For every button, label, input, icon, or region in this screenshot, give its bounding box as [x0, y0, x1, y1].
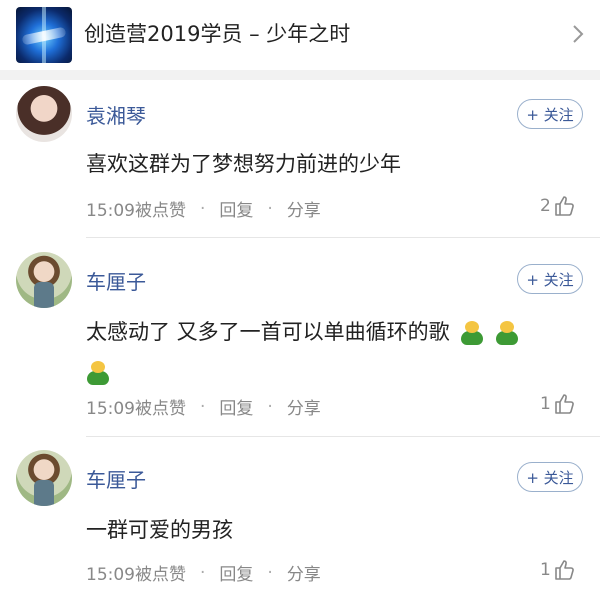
chevron-right-icon[interactable]	[568, 22, 588, 46]
thumbs-up-icon	[555, 394, 574, 414]
separator-dot: ·	[200, 198, 206, 219]
comment-text: 一群可爱的男孩	[86, 518, 233, 542]
comment-text: 喜欢这群为了梦想努力前进的少年	[86, 152, 401, 176]
thumbs-up-icon	[555, 560, 574, 580]
post-title: 创造营2019学员 – 少年之时	[84, 22, 351, 46]
comment-meta: 15:09被点赞 · 回复 · 分享	[86, 394, 321, 420]
frog-emoji-icon	[495, 319, 519, 347]
separator-dot: ·	[267, 562, 273, 583]
separator-dot: ·	[267, 396, 273, 417]
like-button[interactable]: 2	[540, 194, 577, 218]
like-count: 1	[540, 560, 551, 580]
section-divider	[0, 70, 600, 80]
commenter-name[interactable]: 袁湘琴	[86, 100, 146, 129]
like-count: 1	[540, 394, 551, 414]
comment-meta: 15:09被点赞 · 回复 · 分享	[86, 196, 321, 222]
liked-time: 15:09被点赞	[86, 201, 186, 221]
like-count: 2	[540, 196, 551, 216]
like-button[interactable]: 1	[540, 392, 577, 416]
avatar[interactable]	[16, 252, 72, 308]
reply-button[interactable]: 回复	[219, 394, 253, 419]
follow-button[interactable]: + 关注	[517, 264, 583, 294]
reply-button[interactable]: 回复	[219, 196, 253, 221]
frog-emoji-icon	[460, 319, 484, 347]
reply-button[interactable]: 回复	[219, 560, 253, 585]
share-button[interactable]: 分享	[287, 560, 321, 585]
comment-divider	[86, 237, 600, 238]
avatar[interactable]	[16, 86, 72, 142]
separator-dot: ·	[200, 562, 206, 583]
share-button[interactable]: 分享	[287, 196, 321, 221]
show-poster-thumbnail	[16, 7, 72, 63]
separator-dot: ·	[200, 396, 206, 417]
like-button[interactable]: 1	[540, 558, 577, 582]
comment-divider	[86, 436, 600, 437]
commenter-name[interactable]: 车厘子	[86, 464, 146, 493]
post-header[interactable]: 创造营2019学员 – 少年之时	[0, 0, 600, 70]
commenter-name[interactable]: 车厘子	[86, 266, 146, 295]
follow-button[interactable]: + 关注	[517, 462, 583, 492]
separator-dot: ·	[267, 198, 273, 219]
thumbs-up-icon	[555, 196, 574, 216]
avatar[interactable]	[16, 450, 72, 506]
liked-time: 15:09被点赞	[86, 399, 186, 419]
follow-button[interactable]: + 关注	[517, 99, 583, 129]
comment-text: 太感动了 又多了一首可以单曲循环的歌	[86, 312, 586, 392]
frog-emoji-icon	[86, 359, 110, 387]
comment-meta: 15:09被点赞 · 回复 · 分享	[86, 560, 321, 586]
share-button[interactable]: 分享	[287, 394, 321, 419]
liked-time: 15:09被点赞	[86, 565, 186, 585]
comment-text-content: 太感动了 又多了一首可以单曲循环的歌	[86, 320, 450, 344]
